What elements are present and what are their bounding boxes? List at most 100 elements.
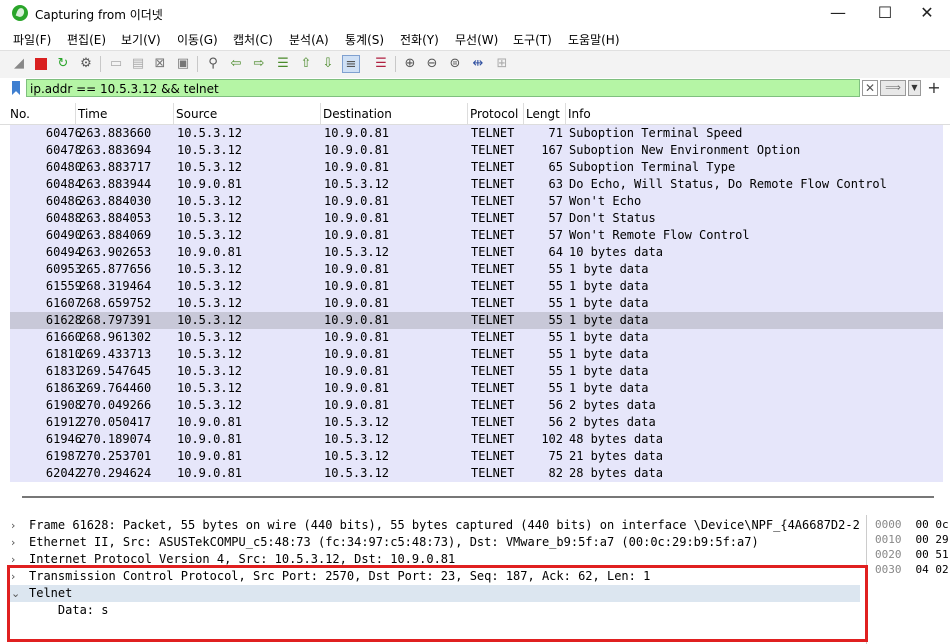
packet-row[interactable]: 60480 263.883717 10.5.3.12 10.9.0.81 TELNET 6… <box>10 159 943 176</box>
packet-row[interactable]: 60488 263.884053 10.5.3.12 10.9.0.81 TELNET 5… <box>10 210 943 227</box>
go-back-icon[interactable]: ⇦ <box>227 55 245 73</box>
packet-cell-proto: TELNET <box>471 177 515 191</box>
stop-capture-icon[interactable] <box>32 55 50 73</box>
packet-details-pane[interactable]: › Frame 61628: Packet, 55 bytes on wire (… <box>0 515 862 644</box>
go-to-packet-icon[interactable]: ☰ <box>274 55 292 73</box>
packet-row[interactable]: 60494 263.902653 10.9.0.81 10.5.3.12 TELNET 6… <box>10 244 943 261</box>
menu-help[interactable]: 도움말(H) <box>568 31 620 48</box>
expand-chevron-icon[interactable]: › <box>11 517 23 534</box>
packet-cell-proto: TELNET <box>471 381 515 395</box>
layout-icon[interactable]: ⊞ <box>493 55 511 73</box>
column-header-time[interactable]: Time <box>76 103 174 124</box>
shark-fin-icon[interactable]: ◢ <box>10 55 28 73</box>
column-header-no[interactable]: No. <box>8 103 76 124</box>
menu-tools[interactable]: 도구(T) <box>513 31 552 48</box>
open-file-icon[interactable]: ▭ <box>107 55 125 73</box>
hex-offset: 0010 <box>875 533 902 546</box>
reload-file-icon[interactable]: ▣ <box>174 55 192 73</box>
packet-cell-proto: TELNET <box>471 432 515 446</box>
hex-bytes: 04 02 <box>915 563 949 576</box>
expand-chevron-icon[interactable]: › <box>11 568 23 585</box>
packet-cell-time: 263.884053 <box>79 211 152 225</box>
capture-options-icon[interactable]: ⚙ <box>77 55 95 73</box>
packet-cell-proto: TELNET <box>471 228 515 242</box>
packet-row[interactable]: 60476 263.883660 10.5.3.12 10.9.0.81 TELNET 7… <box>10 125 943 142</box>
packet-row[interactable]: 61908 270.049266 10.5.3.12 10.9.0.81 TELNET 5… <box>10 397 943 414</box>
normal-size-icon[interactable]: ⊜ <box>446 55 464 73</box>
packet-row[interactable]: 61912 270.050417 10.9.0.81 10.5.3.12 TELNET 5… <box>10 414 943 431</box>
resize-columns-icon[interactable]: ⇹ <box>469 55 487 73</box>
packet-row[interactable]: 60953 265.877656 10.5.3.12 10.9.0.81 TELNET 5… <box>10 261 943 278</box>
packet-row[interactable]: 61810 269.433713 10.5.3.12 10.9.0.81 TELNET 5… <box>10 346 943 363</box>
detail-row[interactable]: › Transmission Control Protocol, Src Port… <box>10 568 860 585</box>
find-packet-icon[interactable]: ⚲ <box>204 55 222 73</box>
detail-row[interactable]: Data: s <box>10 602 860 619</box>
clear-filter-icon[interactable]: ✕ <box>862 80 878 96</box>
column-header-source[interactable]: Source <box>174 103 321 124</box>
autoscroll-icon[interactable]: ≡ <box>342 55 360 73</box>
filter-dropdown-icon[interactable]: ▼ <box>908 80 921 96</box>
detail-row[interactable]: › Frame 61628: Packet, 55 bytes on wire (… <box>10 517 860 534</box>
last-packet-icon[interactable]: ⇩ <box>319 55 337 73</box>
column-header-protocol[interactable]: Protocol <box>468 103 524 124</box>
packet-row[interactable]: 60478 263.883694 10.5.3.12 10.9.0.81 TELNET 1… <box>10 142 943 159</box>
packet-row[interactable]: 61987 270.253701 10.9.0.81 10.5.3.12 TELNET 7… <box>10 448 943 465</box>
pane-splitter[interactable] <box>10 492 945 502</box>
first-packet-icon[interactable]: ⇧ <box>297 55 315 73</box>
detail-row[interactable]: ⌄ Telnet <box>10 585 860 602</box>
go-forward-icon[interactable]: ⇨ <box>250 55 268 73</box>
packet-row[interactable]: 61946 270.189074 10.9.0.81 10.5.3.12 TELNET 1… <box>10 431 943 448</box>
menu-analyze[interactable]: 분석(A) <box>289 31 329 48</box>
detail-row[interactable]: › Ethernet II, Src: ASUSTekCOMPU_c5:48:73… <box>10 534 860 551</box>
expand-chevron-icon[interactable]: › <box>11 551 23 568</box>
expand-chevron-icon[interactable]: ⌄ <box>11 585 23 602</box>
menu-edit[interactable]: 편집(E) <box>67 31 106 48</box>
close-button[interactable]: ✕ <box>904 0 950 26</box>
detail-row[interactable]: › Internet Protocol Version 4, Src: 10.5.… <box>10 551 860 568</box>
colorize-icon[interactable]: ☰ <box>372 55 390 73</box>
packet-list[interactable]: 60476 263.883660 10.5.3.12 10.9.0.81 TELNET 7… <box>0 125 950 484</box>
display-filter-input[interactable]: ip.addr == 10.5.3.12 && telnet <box>26 79 860 97</box>
menu-capture[interactable]: 캡처(C) <box>233 31 273 48</box>
packet-cell-src: 10.5.3.12 <box>177 279 243 293</box>
packet-cell-info: 1 byte data <box>569 262 649 276</box>
filter-bookmark-icon[interactable] <box>12 81 20 95</box>
menu-file[interactable]: 파일(F) <box>13 31 51 48</box>
apply-filter-button[interactable]: ⟹ <box>880 80 906 96</box>
save-file-icon[interactable]: ▤ <box>129 55 147 73</box>
hex-bytes: 00 0c <box>915 518 949 531</box>
packet-row[interactable]: 61831 269.547645 10.5.3.12 10.9.0.81 TELNET 5… <box>10 363 943 380</box>
packet-row[interactable]: 61863 269.764460 10.5.3.12 10.9.0.81 TELNET 5… <box>10 380 943 397</box>
packet-row[interactable]: 60486 263.884030 10.5.3.12 10.9.0.81 TELNET 5… <box>10 193 943 210</box>
close-file-icon[interactable]: ⊠ <box>151 55 169 73</box>
packet-row[interactable]: 61628 268.797391 10.5.3.12 10.9.0.81 TELNET 5… <box>10 312 943 329</box>
packet-bytes-pane[interactable]: 0000 00 0c 0010 00 29 0020 00 51 0030 04 02 <box>866 515 950 644</box>
menu-view[interactable]: 보기(V) <box>121 31 161 48</box>
minimize-button[interactable]: — <box>815 0 861 26</box>
restart-capture-icon[interactable]: ↻ <box>54 55 72 73</box>
column-header-length[interactable]: Lengt <box>524 103 566 124</box>
zoom-out-icon[interactable]: ⊖ <box>423 55 441 73</box>
packet-cell-time: 270.294624 <box>79 466 152 480</box>
expand-chevron-icon[interactable]: › <box>11 534 23 551</box>
column-header-info[interactable]: Info <box>566 103 950 124</box>
packet-row[interactable]: 61607 268.659752 10.5.3.12 10.9.0.81 TELNET 5… <box>10 295 943 312</box>
menu-statistics[interactable]: 통계(S) <box>345 31 384 48</box>
column-header-destination[interactable]: Destination <box>321 103 468 124</box>
maximize-button[interactable]: ☐ <box>862 0 908 26</box>
zoom-in-icon[interactable]: ⊕ <box>401 55 419 73</box>
packet-cell-info: Do Echo, Will Status, Do Remote Flow Con… <box>569 177 887 191</box>
packet-row[interactable]: 60484 263.883944 10.9.0.81 10.5.3.12 TELNET 6… <box>10 176 943 193</box>
packet-row[interactable]: 61559 268.319464 10.5.3.12 10.9.0.81 TELNET 5… <box>10 278 943 295</box>
menu-wireless[interactable]: 무선(W) <box>455 31 498 48</box>
menu-telephony[interactable]: 전화(Y) <box>400 31 439 48</box>
window-title: Capturing from 이더넷 <box>35 8 163 22</box>
packet-row[interactable]: 61660 268.961302 10.5.3.12 10.9.0.81 TELNET 5… <box>10 329 943 346</box>
packet-cell-len: 102 <box>541 432 563 446</box>
add-filter-button[interactable]: + <box>926 78 942 98</box>
menu-go[interactable]: 이동(G) <box>177 31 218 48</box>
packet-cell-len: 55 <box>548 279 563 293</box>
packet-row[interactable]: 60490 263.884069 10.5.3.12 10.9.0.81 TELNET 5… <box>10 227 943 244</box>
detail-text: Telnet <box>29 586 73 600</box>
packet-row[interactable]: 62042 270.294624 10.9.0.81 10.5.3.12 TELNET 8… <box>10 465 943 482</box>
